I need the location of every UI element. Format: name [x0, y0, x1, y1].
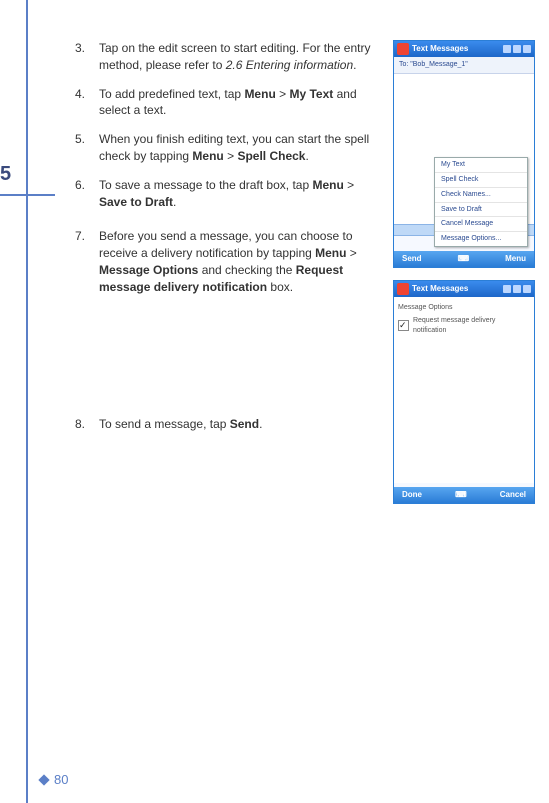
- step-7: 7. Before you send a message, you can ch…: [75, 228, 385, 295]
- step-5: 5. When you finish editing text, you can…: [75, 131, 385, 165]
- menu-item-options: Message Options...: [435, 232, 527, 246]
- options-body: Message Options Request message delivery…: [394, 297, 534, 483]
- sip-icon: ⌨: [455, 489, 467, 500]
- softkey-left: Done: [402, 489, 422, 500]
- menu-item-checknames: Check Names...: [435, 188, 527, 203]
- left-margin-line: [26, 0, 28, 803]
- step-number: 8.: [75, 416, 99, 433]
- sip-icon: ⌨: [458, 253, 470, 264]
- step-text: To save a message to the draft box, tap …: [99, 177, 385, 211]
- start-icon: [397, 43, 409, 55]
- device-softkeys: Send ⌨ Menu: [394, 251, 534, 267]
- step-text: When you finish editing text, you can st…: [99, 131, 385, 165]
- titlebar-text: Text Messages: [412, 43, 468, 54]
- device-titlebar: Text Messages: [394, 41, 534, 57]
- page-number: 80: [54, 771, 68, 789]
- section-tab-glyph: 5: [0, 160, 8, 190]
- titlebar-status-icons: [503, 45, 531, 53]
- titlebar-status-icons: [503, 285, 531, 293]
- instruction-list: 3. Tap on the edit screen to start editi…: [75, 40, 385, 444]
- page-footer: 80: [40, 771, 68, 789]
- step-text: To add predefined text, tap Menu > My Te…: [99, 86, 385, 120]
- context-menu: My Text Spell Check Check Names... Save …: [434, 157, 528, 247]
- delivery-notification-row: Request message delivery notification: [398, 316, 530, 336]
- device-softkeys: Done ⌨ Cancel: [394, 487, 534, 503]
- step-4: 4. To add predefined text, tap Menu > My…: [75, 86, 385, 120]
- step-8: 8. To send a message, tap Send.: [75, 416, 385, 433]
- footer-diamond-icon: [38, 774, 49, 785]
- menu-item-savetodraft: Save to Draft: [435, 203, 527, 218]
- options-heading: Message Options: [398, 303, 530, 313]
- step-number: 3.: [75, 40, 99, 74]
- titlebar-text: Text Messages: [412, 283, 468, 294]
- step-number: 5.: [75, 131, 99, 165]
- menu-item-mytext: My Text: [435, 158, 527, 173]
- menu-item-cancel: Cancel Message: [435, 217, 527, 232]
- screenshot-compose-menu: Text Messages To: "Bob_Message_1" My Tex…: [393, 40, 535, 268]
- checkbox-label: Request message delivery notification: [413, 316, 530, 336]
- step-text: To send a message, tap Send.: [99, 416, 385, 433]
- step-3: 3. Tap on the edit screen to start editi…: [75, 40, 385, 74]
- step-text: Tap on the edit screen to start editing.…: [99, 40, 385, 74]
- device-titlebar: Text Messages: [394, 281, 534, 297]
- menu-item-spellcheck: Spell Check: [435, 173, 527, 188]
- step-number: 7.: [75, 228, 99, 295]
- softkey-right: Cancel: [500, 489, 526, 500]
- step-number: 6.: [75, 177, 99, 211]
- start-icon: [397, 283, 409, 295]
- softkey-right: Menu: [505, 253, 526, 264]
- checkbox-icon: [398, 320, 409, 331]
- screenshot-message-options: Text Messages Message Options Request me…: [393, 280, 535, 504]
- softkey-left: Send: [402, 253, 422, 264]
- step-6: 6. To save a message to the draft box, t…: [75, 177, 385, 211]
- step-number: 4.: [75, 86, 99, 120]
- compose-to-field: To: "Bob_Message_1": [394, 57, 534, 74]
- step-text: Before you send a message, you can choos…: [99, 228, 385, 295]
